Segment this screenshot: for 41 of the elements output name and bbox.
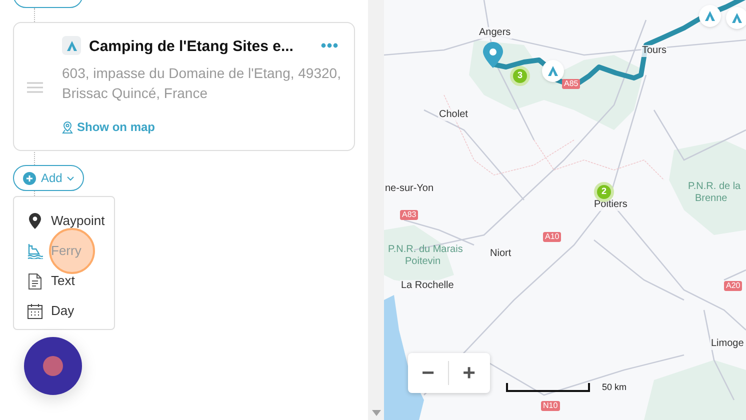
plus-circle-icon [23,172,36,184]
road-number: N10 [541,401,560,411]
campsite-marker[interactable] [726,7,746,29]
map-pin-icon [28,213,40,229]
park-label: P.N.R. du Marais [388,244,463,256]
road-number: A10 [543,232,562,242]
document-icon [28,272,42,290]
stop-title: Camping de l'Etang Sites e... [89,37,294,57]
menu-item[interactable]: Text [51,271,75,291]
park-label: P.N.R. de la [688,181,741,193]
record-dot-icon [43,356,63,376]
menu-item[interactable]: Day [51,301,74,321]
map-drawing[interactable] [384,0,746,420]
zoom-out-button[interactable]: − [408,353,448,393]
tent-icon [547,65,559,77]
city-label: Poitiers [593,199,628,211]
ferry-icon [26,243,42,259]
scrollbar[interactable] [368,0,384,420]
tent-icon [62,36,81,55]
tent-icon [704,10,716,22]
scroll-down-icon[interactable] [372,410,380,416]
menu-item[interactable]: Waypoint [51,211,105,231]
scale-label: 50 km [602,382,627,392]
park-label: Brenne [695,193,728,205]
more-options-icon[interactable] [321,43,338,48]
drag-handle-icon[interactable] [27,82,43,93]
stop-address: 603, impasse du Domaine de l'Etang, 49320, Brissac Quincé, France [62,64,342,103]
city-label: Cholet [438,109,469,121]
location-pin-icon[interactable] [483,42,503,68]
park-label: Poitevin [405,256,441,268]
road-number: A85 [562,79,580,89]
location-icon [62,120,73,134]
city-label: Angers [478,27,512,39]
tent-icon [731,12,743,24]
calendar-icon [26,303,42,319]
road-number: A20 [724,281,742,291]
zoom-in-button[interactable]: + [449,353,489,393]
city-label: Limoge [710,338,745,350]
campsite-marker[interactable] [699,5,721,27]
road-number: A83 [400,210,418,220]
city-label: Tours [641,45,668,57]
